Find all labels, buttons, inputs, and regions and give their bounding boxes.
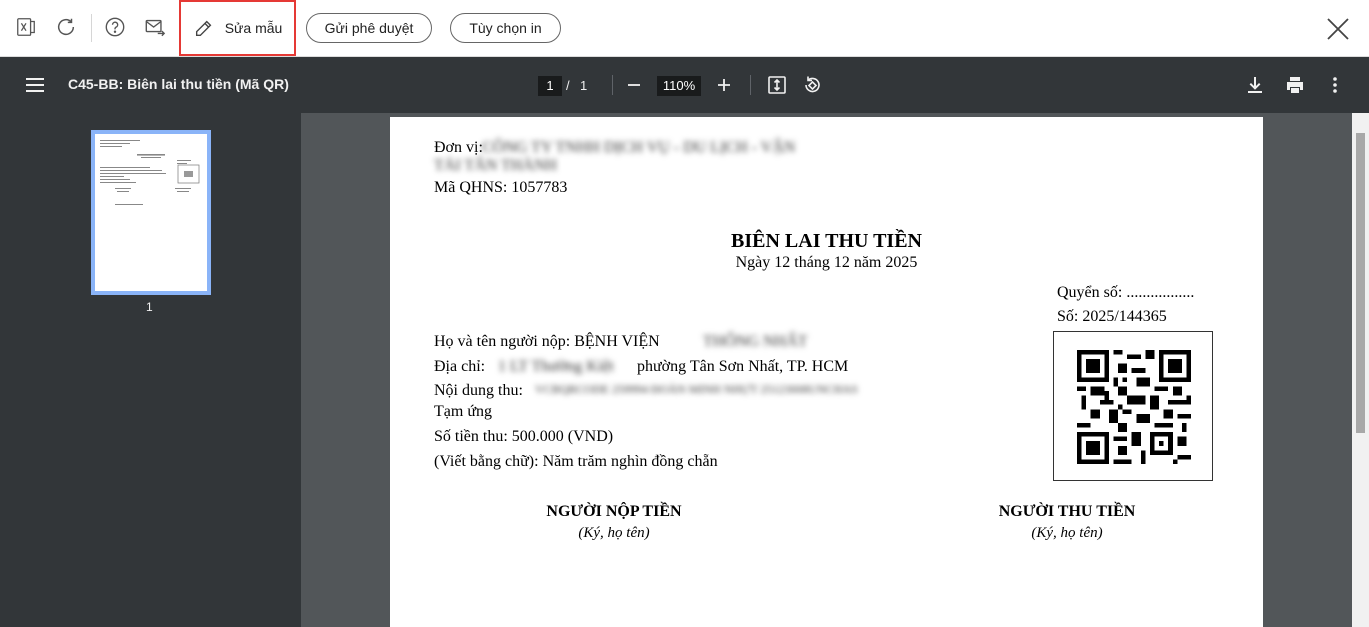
payer-signature-title: NGƯỜI NỘP TIỀN: [546, 503, 682, 520]
address-hidden: 1 LT Thường Kiệt: [498, 358, 614, 375]
pdf-viewer-toolbar: C45-BB: Biên lai thu tiền (Mã QR) 1 / 1 …: [0, 57, 1369, 113]
print-icon[interactable]: [1284, 74, 1306, 96]
payer-name-hidden: THỐNG NHẤT: [703, 333, 808, 350]
unit-label: Đơn vị:: [434, 139, 483, 156]
scrollbar-thumb[interactable]: [1356, 133, 1365, 433]
page-separator: /: [566, 78, 570, 93]
app-toolbar: Sửa mẫu Gửi phê duyệt Tùy chọn in: [0, 0, 1369, 57]
excel-icon[interactable]: [13, 14, 39, 40]
address-visible: phường Tân Sơn Nhất, TP. HCM: [637, 358, 849, 375]
send-approval-label: Gửi phê duyệt: [324, 20, 414, 36]
edit-template-label: Sửa mẫu: [224, 20, 283, 36]
download-icon[interactable]: [1244, 74, 1266, 96]
receipt-date: Ngày 12 tháng 12 năm 2025: [735, 254, 918, 271]
thumbnail-preview: [100, 140, 200, 205]
send-approval-button[interactable]: Gửi phê duyệt: [306, 13, 432, 43]
document-title: C45-BB: Biên lai thu tiền (Mã QR): [68, 76, 289, 92]
print-options-button[interactable]: Tùy chọn in: [450, 13, 561, 43]
menu-icon[interactable]: [24, 75, 46, 95]
document-page: Đơn vị: CÔNG TY TNHH DỊCH VỤ - DU LỊCH -…: [390, 117, 1263, 627]
qr-code: [1053, 331, 1213, 481]
qhns-code: Mã QHNS: 1057783: [434, 179, 568, 196]
thumbnail-sidebar: 1: [0, 113, 301, 627]
amount: Số tiền thu: 500.000 (VND): [434, 428, 614, 445]
edit-template-button[interactable]: Sửa mẫu: [179, 0, 296, 56]
rotate-icon[interactable]: [801, 74, 823, 96]
toolbar-divider: [612, 75, 613, 95]
zoom-out-icon[interactable]: [624, 75, 644, 95]
fit-to-page-icon[interactable]: [766, 74, 788, 96]
content-label: Nội dung thu:: [434, 382, 523, 399]
zoom-in-icon[interactable]: [714, 75, 734, 95]
vertical-scrollbar[interactable]: [1352, 113, 1369, 627]
receipt-number: Số: 2025/144365: [1057, 308, 1167, 325]
page-total: 1: [580, 78, 588, 93]
page-thumbnail[interactable]: [91, 130, 211, 295]
more-options-icon[interactable]: [1325, 74, 1345, 96]
page-number-input[interactable]: 1: [538, 76, 562, 96]
book-number: Quyển số: .................: [1057, 284, 1195, 301]
collector-signature-note: (Ký, họ tên): [1031, 525, 1103, 541]
pencil-icon: [195, 20, 212, 37]
document-canvas: Đơn vị: CÔNG TY TNHH DỊCH VỤ - DU LỊCH -…: [301, 113, 1369, 627]
print-options-label: Tùy chọn in: [469, 20, 542, 36]
unit-name-line2: TẢI TÂN THÀNH: [434, 157, 557, 174]
close-icon[interactable]: [1324, 15, 1352, 43]
content-line2: Tạm ứng: [434, 403, 492, 420]
address-label: Địa chỉ:: [434, 358, 486, 375]
refresh-icon[interactable]: [53, 14, 79, 40]
toolbar-divider: [750, 75, 751, 95]
email-send-icon[interactable]: [142, 14, 168, 40]
help-icon[interactable]: [102, 14, 128, 40]
zoom-level-input[interactable]: 110%: [657, 76, 701, 96]
amount-in-words: (Viết bằng chữ): Năm trăm nghìn đồng chẵ…: [434, 453, 718, 470]
receipt-title: BIÊN LAI THU TIỀN: [731, 230, 922, 252]
collector-signature-title: NGƯỜI THU TIỀN: [998, 503, 1136, 520]
content-hidden: VCBQRCODE 259994 ĐOÀN MINH NHỰT 25123008…: [535, 382, 858, 396]
payer-signature-note: (Ký, họ tên): [578, 525, 650, 541]
thumbnail-page-number: 1: [146, 300, 153, 314]
toolbar-divider: [91, 14, 92, 42]
payer-name-label: Họ và tên người nộp: BỆNH VIỆN: [434, 333, 660, 350]
unit-name-line1: CÔNG TY TNHH DỊCH VỤ - DU LỊCH - VẬN: [482, 139, 796, 156]
